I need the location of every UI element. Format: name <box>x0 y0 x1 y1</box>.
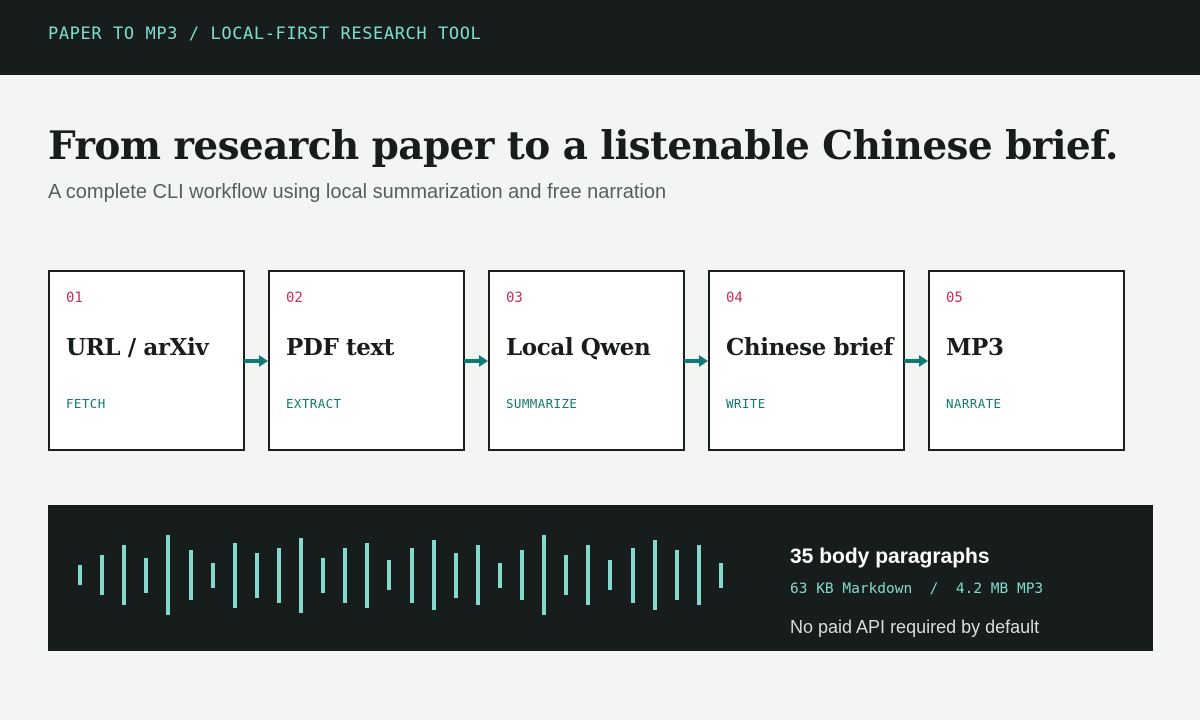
page-title: From research paper to a listenable Chin… <box>48 123 1118 169</box>
pipeline-step-extract: 02 PDF text EXTRACT <box>268 270 465 451</box>
audio-summary-panel: 35 body paragraphs 63 KB Markdown / 4.2 … <box>48 505 1153 651</box>
waveform-bar <box>78 565 82 585</box>
waveform-bar <box>410 548 414 603</box>
waveform-bar <box>255 553 259 598</box>
api-note: No paid API required by default <box>790 617 1040 637</box>
waveform-bar <box>653 540 657 610</box>
pipeline-step-summarize: 03 Local Qwen SUMMARIZE <box>488 270 685 451</box>
paragraph-count: 35 body paragraphs <box>790 545 990 568</box>
pipeline-step-narrate: 05 MP3 NARRATE <box>928 270 1125 451</box>
step-number: 04 <box>726 290 743 306</box>
waveform-bar <box>675 550 679 600</box>
arrow-right-icon <box>464 355 490 367</box>
waveform-bar <box>144 558 148 593</box>
step-action: FETCH <box>66 396 106 411</box>
step-action: WRITE <box>726 396 766 411</box>
waveform-bar <box>520 550 524 600</box>
breadcrumb: PAPER TO MP3 / LOCAL-FIRST RESEARCH TOOL <box>48 24 482 44</box>
waveform-bar <box>100 555 104 595</box>
waveform-bar <box>432 540 436 610</box>
waveform-bar <box>498 563 502 588</box>
waveform-bar <box>166 535 170 615</box>
step-title: URL / arXiv <box>66 334 209 361</box>
waveform-bar <box>719 563 723 588</box>
step-number: 03 <box>506 290 523 306</box>
waveform-graphic <box>48 505 748 651</box>
step-number: 05 <box>946 290 963 306</box>
waveform-bar <box>564 555 568 595</box>
step-action: SUMMARIZE <box>506 396 578 411</box>
step-title: PDF text <box>286 334 394 361</box>
waveform-bar <box>299 538 303 613</box>
waveform-bar <box>697 545 701 605</box>
waveform-bar <box>631 548 635 603</box>
waveform-bar <box>211 563 215 588</box>
step-number: 02 <box>286 290 303 306</box>
waveform-bar <box>454 553 458 598</box>
waveform-bar <box>343 548 347 603</box>
step-title: Chinese brief <box>726 334 893 361</box>
waveform-bar <box>233 543 237 608</box>
pipeline-step-write: 04 Chinese brief WRITE <box>708 270 905 451</box>
waveform-bar <box>277 548 281 603</box>
waveform-bar <box>608 560 612 590</box>
step-action: NARRATE <box>946 396 1002 411</box>
top-bar: PAPER TO MP3 / LOCAL-FIRST RESEARCH TOOL <box>0 0 1200 75</box>
waveform-bar <box>189 550 193 600</box>
waveform-bar <box>476 545 480 605</box>
arrow-right-icon <box>684 355 710 367</box>
waveform-bar <box>321 558 325 593</box>
file-sizes: 63 KB Markdown / 4.2 MB MP3 <box>790 581 1044 597</box>
step-title: Local Qwen <box>506 334 651 361</box>
step-number: 01 <box>66 290 83 306</box>
waveform-bar <box>122 545 126 605</box>
waveform-bar <box>586 545 590 605</box>
waveform-bar <box>365 543 369 608</box>
pipeline-step-fetch: 01 URL / arXiv FETCH <box>48 270 245 451</box>
step-action: EXTRACT <box>286 396 342 411</box>
page-subtitle: A complete CLI workflow using local summ… <box>48 181 667 203</box>
arrow-right-icon <box>244 355 270 367</box>
waveform-bar <box>542 535 546 615</box>
step-title: MP3 <box>946 334 1004 361</box>
arrow-right-icon <box>904 355 930 367</box>
waveform-bar <box>387 560 391 590</box>
